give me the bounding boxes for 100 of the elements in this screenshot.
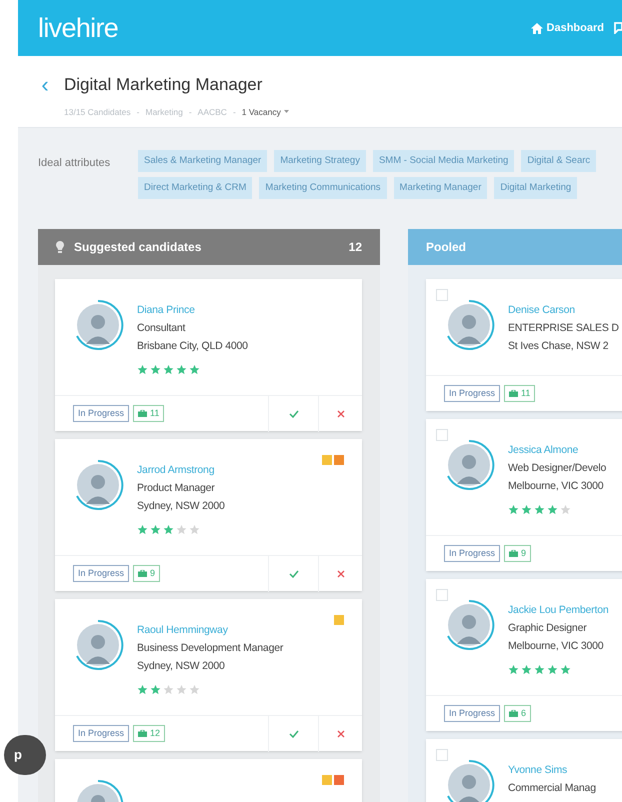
column-header: Suggested candidates 12 <box>38 229 380 265</box>
candidate-role: Graphic Designer <box>508 621 588 636</box>
star-icon <box>163 364 174 375</box>
candidate-name[interactable]: Denise Carson <box>508 301 619 319</box>
star-icon <box>189 684 200 695</box>
star-icon <box>176 684 187 695</box>
star-icon <box>176 364 187 375</box>
attribute-tag[interactable]: Marketing Manager <box>394 177 488 199</box>
close-icon <box>336 730 344 738</box>
check-icon <box>288 730 298 738</box>
job-count-tag: 11 <box>133 405 164 422</box>
job-count-tag: 6 <box>504 705 532 722</box>
star-icon <box>176 524 187 535</box>
star-icon <box>189 364 200 375</box>
attribute-tag[interactable]: Digital Marketing <box>494 177 578 199</box>
breadcrumb-item[interactable]: 13/15 Candidates <box>64 106 131 118</box>
attribute-tag[interactable]: Marketing Strategy <box>274 150 366 172</box>
ideal-attributes-label: Ideal attributes <box>38 156 112 171</box>
star-icon <box>150 684 161 695</box>
star-icon <box>508 504 519 515</box>
candidate-name[interactable]: Jackie Lou Pemberton <box>508 601 608 619</box>
job-count-tag: 9 <box>133 565 160 582</box>
candidate-name[interactable]: Raoul Hemmingway <box>137 621 284 639</box>
checkbox[interactable] <box>436 749 448 761</box>
star-icon <box>137 364 148 375</box>
dashboard-link[interactable]: Dashboard <box>530 20 604 36</box>
attribute-tag[interactable]: SMM - Social Media Marketing <box>372 150 514 172</box>
checkbox[interactable] <box>436 429 448 441</box>
candidate-location: Brisbane City, QLD 4000 <box>137 339 248 354</box>
status-tag: In Progress <box>444 385 500 402</box>
candidate-role: Consultant <box>137 321 186 336</box>
briefcase-icon <box>509 710 518 717</box>
job-count-tag: 12 <box>133 725 166 742</box>
attribute-tag[interactable]: Marketing Communications <box>259 177 387 199</box>
star-icon <box>560 664 571 675</box>
star-icon <box>137 684 148 695</box>
status-tag: In Progress <box>444 545 500 562</box>
status-tag: In Progress <box>73 725 130 742</box>
lightbulb-icon <box>56 240 64 254</box>
briefcase-icon <box>509 550 518 557</box>
attribute-tag[interactable]: Digital & Searc <box>521 150 596 172</box>
back-button[interactable]: ‹ <box>38 74 52 96</box>
breadcrumb-separator: - <box>188 106 192 118</box>
attribute-tag[interactable]: Direct Marketing & CRM <box>138 177 252 199</box>
job-count-tag: 11 <box>504 385 536 402</box>
star-icon <box>508 664 519 675</box>
star-icon <box>163 524 174 535</box>
star-icon <box>150 524 161 535</box>
caret-icon <box>284 110 289 114</box>
livehire-logo[interactable]: livehire <box>38 8 118 48</box>
candidate-name[interactable]: Yvonne Sims <box>508 761 596 779</box>
breadcrumb-item[interactable]: Marketing <box>145 106 183 118</box>
checkbox[interactable] <box>436 589 448 601</box>
help-button[interactable]: p <box>4 735 46 775</box>
briefcase-icon <box>138 570 148 577</box>
candidate-role: Product Manager <box>137 481 216 496</box>
star-icon <box>163 684 174 695</box>
breadcrumb-item[interactable]: AACBC <box>198 106 227 118</box>
status-tag: In Progress <box>73 405 130 422</box>
job-title: Digital Marketing Manager <box>64 74 262 96</box>
candidate-role: Web Designer/Develo <box>508 461 606 476</box>
breadcrumb-separator: - <box>232 106 236 118</box>
candidate-role: Commercial Manag <box>508 781 596 796</box>
star-icon <box>547 664 558 675</box>
star-icon <box>547 504 558 515</box>
candidate-name[interactable]: Jessica Almone <box>508 441 606 459</box>
candidate-location: Sydney, NSW 2000 <box>137 499 225 514</box>
star-icon <box>560 504 571 515</box>
candidate-role: Business Development Manager <box>137 641 284 656</box>
star-icon <box>189 524 200 535</box>
status-tag: In Progress <box>73 565 130 582</box>
status-tag: In Progress <box>444 705 500 722</box>
briefcase-icon <box>138 730 148 737</box>
close-icon <box>336 570 344 578</box>
chat-icon[interactable] <box>614 22 622 34</box>
candidate-location: Sydney, NSW 2000 <box>137 659 226 674</box>
star-icon <box>150 364 161 375</box>
star-icon <box>534 504 545 515</box>
candidate-location: Melbourne, VIC 3000 <box>508 639 604 654</box>
briefcase-icon <box>138 410 148 417</box>
check-icon <box>288 570 298 578</box>
candidate-name[interactable]: Diana Prince <box>137 301 248 319</box>
candidate-name[interactable]: Jarrod Armstrong <box>137 461 225 479</box>
attribute-tag[interactable]: Sales & Marketing Manager <box>138 150 268 172</box>
checkbox[interactable] <box>436 289 448 301</box>
breadcrumb-item[interactable]: 1 Vacancy <box>242 106 289 118</box>
star-icon <box>521 504 532 515</box>
star-icon <box>534 664 545 675</box>
candidate-location: Melbourne, VIC 3000 <box>508 479 604 494</box>
breadcrumb-separator: - <box>136 106 140 118</box>
job-count-tag: 9 <box>504 545 532 562</box>
close-icon <box>336 410 344 418</box>
column-header: Pooled <box>408 229 622 265</box>
candidate-role: ENTERPRISE SALES D <box>508 321 619 336</box>
check-icon <box>288 410 298 418</box>
star-icon <box>137 524 148 535</box>
home-icon <box>530 22 543 34</box>
briefcase-icon <box>509 390 518 397</box>
star-icon <box>521 664 532 675</box>
candidate-location: St Ives Chase, NSW 2 <box>508 339 610 354</box>
